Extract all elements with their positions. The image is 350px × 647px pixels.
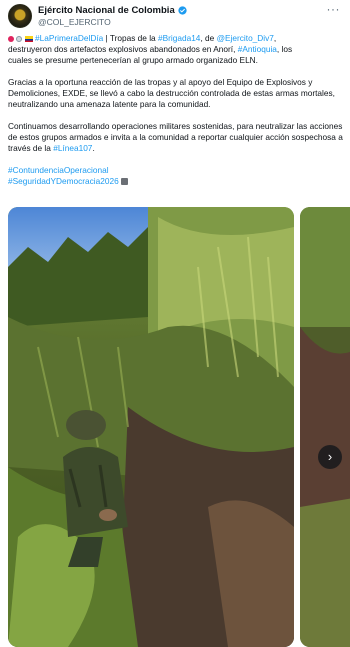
- author-handle[interactable]: @COL_EJERCITO: [38, 17, 111, 27]
- verified-icon: [178, 6, 187, 15]
- hashtag-contundencia-line: #ContundenciaOperacional: [8, 165, 344, 176]
- tweet-line-2: destruyeron dos artefactos explosivos ab…: [8, 44, 293, 54]
- hashtag-linea107[interactable]: #Línea107: [53, 143, 92, 153]
- photo-soldier-vegetation[interactable]: [8, 207, 294, 647]
- author-name-row: Ejército Nacional de Colombia: [38, 4, 187, 17]
- hashtag-seguridad-line: #SeguridadYDemocracia2026: [8, 176, 344, 187]
- more-options-icon[interactable]: ···: [327, 3, 341, 15]
- media-carousel: ›: [8, 207, 350, 647]
- author-display-name[interactable]: Ejército Nacional de Colombia: [38, 5, 175, 16]
- hashtag-laprimeradeldia[interactable]: #LaPrimeraDelDía: [35, 33, 103, 43]
- hashtag-brigada14[interactable]: #Brigada14: [158, 33, 200, 43]
- hashtag-seguridadydemocracia2026[interactable]: #SeguridadYDemocracia2026: [8, 176, 119, 186]
- chevron-right-icon: ›: [327, 449, 333, 464]
- tweet-header: Ejército Nacional de Colombia @COL_EJERC…: [8, 3, 342, 30]
- tweet-line-1: #LaPrimeraDelDía | Tropas de la #Brigada…: [8, 33, 344, 44]
- clapper-emoji-icon: [120, 177, 128, 185]
- colombia-flag-icon: [25, 35, 33, 42]
- white-circle-emoji-icon: [16, 35, 22, 42]
- hashtag-contundenciaoperacional[interactable]: #ContundenciaOperacional: [8, 165, 109, 175]
- red-circle-emoji-icon: [8, 35, 14, 42]
- tweet-paragraph-2: Gracias a la oportuna reacción de las tr…: [8, 77, 335, 109]
- photo-soldier-vegetation-image: [8, 207, 294, 647]
- avatar[interactable]: [8, 4, 32, 28]
- tweet-line-3: cuales se presume pertenecerían al grupo…: [8, 55, 258, 65]
- photo-second-preview-image: [300, 207, 350, 647]
- tweet-text: #LaPrimeraDelDía | Tropas de la #Brigada…: [8, 33, 344, 187]
- mention-ejercito-div7[interactable]: @Ejercito_Div7: [217, 33, 274, 43]
- photo-second-preview[interactable]: [300, 207, 350, 647]
- carousel-next-button[interactable]: ›: [318, 445, 342, 469]
- hashtag-antioquia[interactable]: #Antioquia: [238, 44, 277, 54]
- tweet-paragraph-3: Continuamos desarrollando operaciones mi…: [8, 121, 343, 153]
